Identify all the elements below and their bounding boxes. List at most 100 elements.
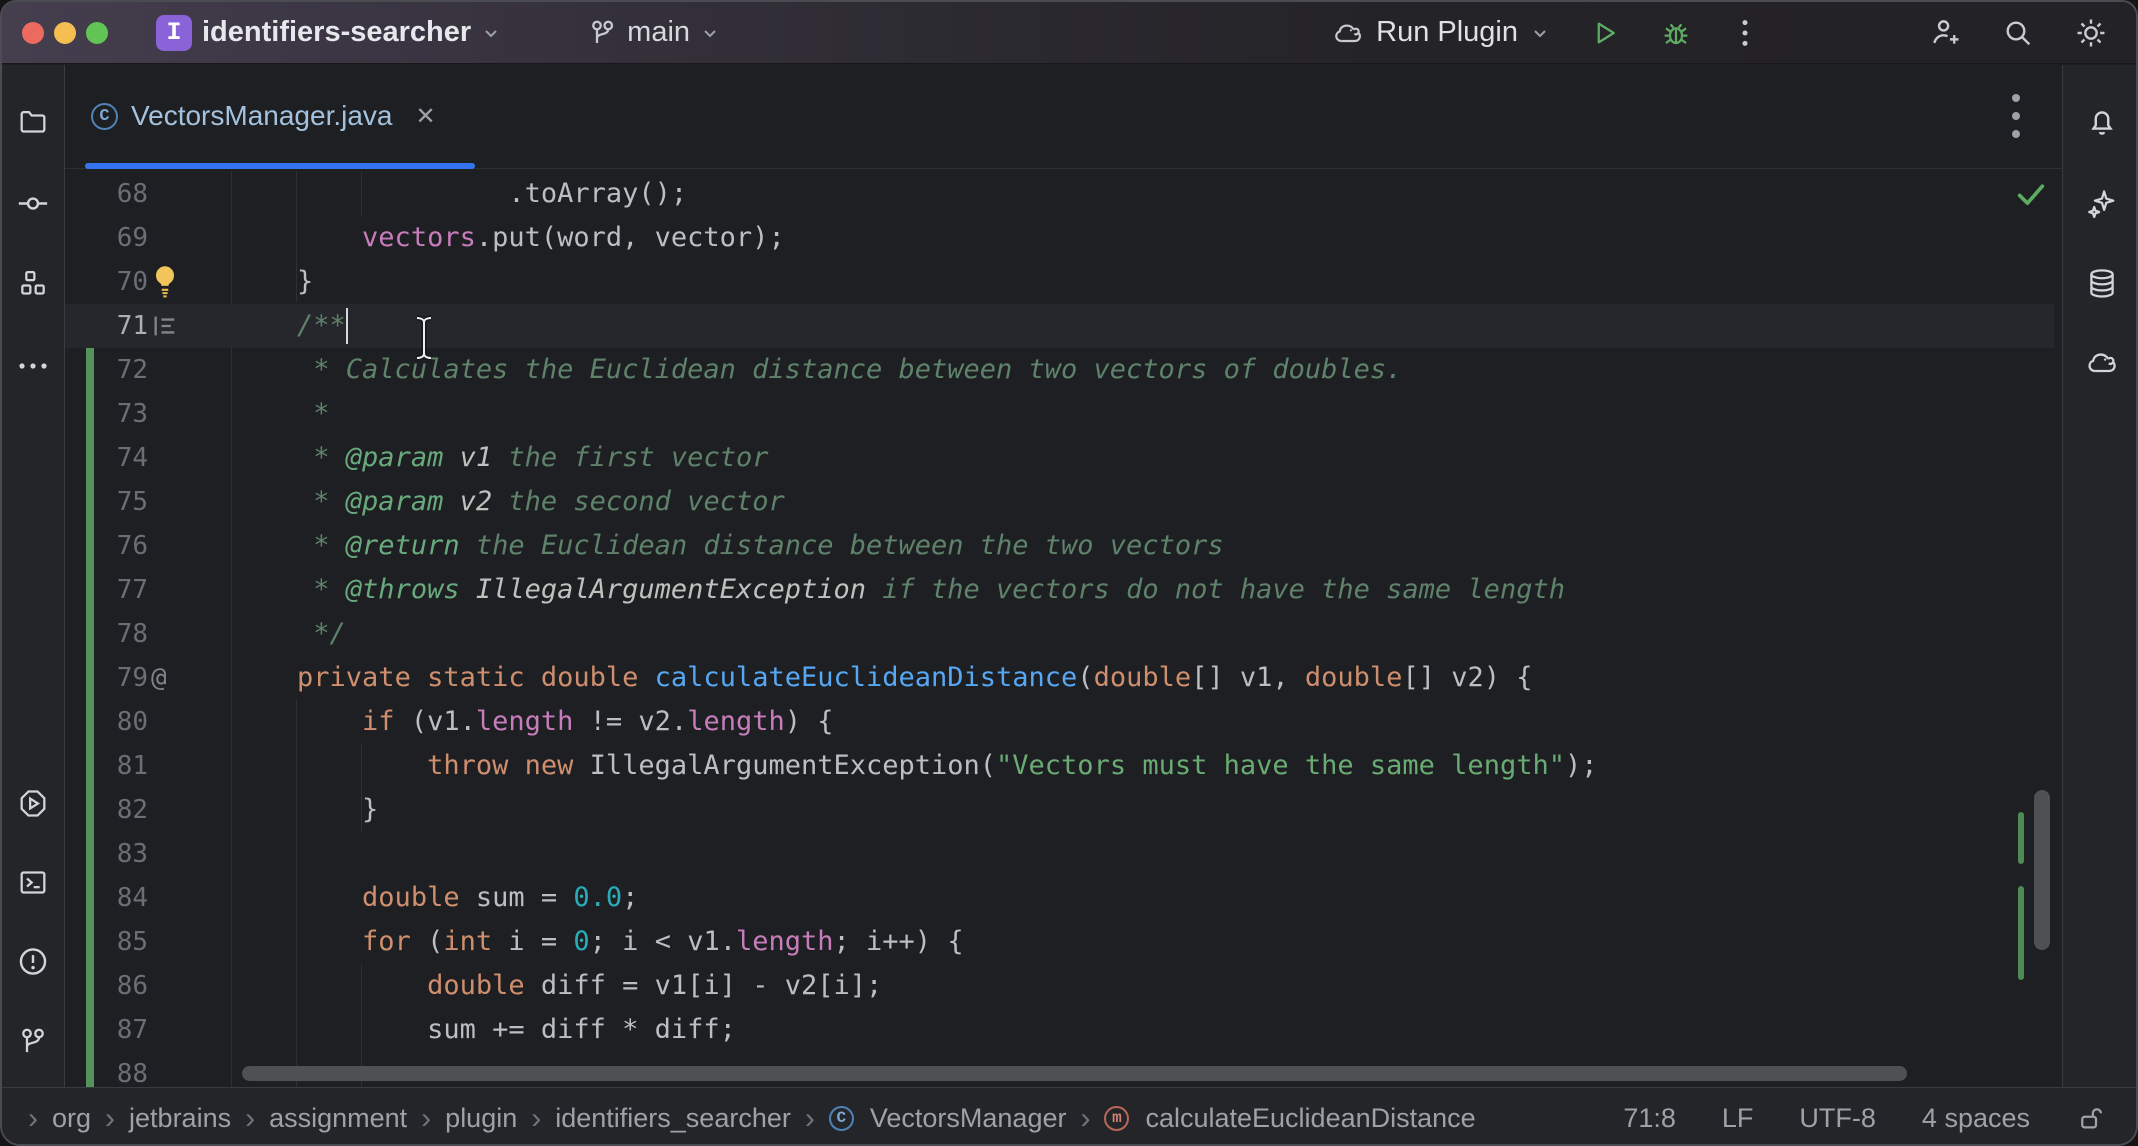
line-number[interactable]: 69 [65,216,148,260]
line-number[interactable]: 74 [65,436,148,480]
close-tab-icon[interactable]: ✕ [416,102,436,131]
window-controls [22,22,108,44]
code-area[interactable]: 68 .toArray(); 69 vectors.put(word, vecto… [65,169,2062,1087]
tab-file-name: VectorsManager.java [131,100,393,132]
unlocked-padlock-icon[interactable] [2076,1103,2106,1133]
project-widget[interactable]: I identifiers-searcher [156,15,501,51]
code-line[interactable]: double sum = 0.0; [232,876,638,920]
run-configuration-selector[interactable]: Run Plugin [1332,16,1550,49]
line-number[interactable]: 85 [65,920,148,964]
commit-toolwindow-button[interactable] [16,187,50,226]
minimize-window-button[interactable] [54,22,76,44]
tab-vectorsmanager[interactable]: C VectorsManager.java ✕ [85,64,442,168]
structure-toolwindow-button[interactable] [17,268,49,305]
zoom-window-button[interactable] [86,22,108,44]
code-line[interactable]: * @return the Euclidean distance between… [232,524,1224,568]
doc-lines-icon[interactable] [151,304,213,348]
java-class-icon: C [91,103,118,130]
code-line[interactable]: * @param v2 the second vector [232,480,785,524]
ai-assistant-button[interactable] [2085,187,2119,226]
breadcrumb-item[interactable]: org [52,1103,91,1134]
line-number[interactable]: 78 [65,612,148,656]
lightbulb-icon[interactable] [151,260,213,304]
breadcrumb-separator-icon: › [105,1105,115,1132]
annotation-at-icon[interactable]: @ [151,656,213,700]
code-line[interactable]: /** [232,304,346,348]
services-toolwindow-button[interactable] [16,787,50,826]
code-line[interactable]: } [232,260,313,304]
code-line[interactable]: sum += diff * diff; [232,1008,736,1052]
line-number[interactable]: 72 [65,348,148,392]
vertical-scrollbar[interactable] [2034,790,2050,950]
gradle-elephant-icon [1332,17,1364,49]
notifications-button[interactable] [2085,105,2119,144]
code-line[interactable]: * Calculates the Euclidean distance betw… [232,348,1402,392]
line-number[interactable]: 83 [65,832,148,876]
code-line[interactable]: */ [232,612,346,656]
line-number[interactable]: 84 [65,876,148,920]
indent-widget[interactable]: 4 spaces [1922,1103,2030,1134]
code-with-me-button[interactable] [1928,16,1962,50]
search-everywhere-button[interactable] [2002,17,2034,49]
breadcrumb-item[interactable]: assignment [269,1103,407,1134]
database-toolwindow-button[interactable] [2085,267,2119,306]
breadcrumb-item[interactable]: jetbrains [129,1103,231,1134]
line-number[interactable]: 68 [65,172,148,216]
line-number[interactable]: 70 [65,260,148,304]
git-branch-icon [587,18,617,48]
line-number[interactable]: 80 [65,700,148,744]
tab-list-more-button[interactable] [2005,90,2027,142]
change-stripe-mark[interactable] [2018,886,2024,980]
code-line[interactable]: * [232,392,330,436]
close-window-button[interactable] [22,22,44,44]
breadcrumb-separator-icon: › [245,1105,255,1132]
line-separator-widget[interactable]: LF [1722,1103,1754,1134]
breadcrumb-item[interactable]: VectorsManager [870,1103,1067,1134]
run-button[interactable] [1590,18,1620,48]
line-number[interactable]: 76 [65,524,148,568]
settings-button[interactable] [2074,16,2108,50]
line-number[interactable]: 79 [65,656,148,700]
code-line[interactable]: vectors.put(word, vector); [232,216,785,260]
line-number[interactable]: 73 [65,392,148,436]
code-line[interactable]: } [232,788,378,832]
debug-button[interactable] [1660,17,1692,49]
line-number[interactable]: 71 [65,304,148,348]
version-control-toolwindow-button[interactable] [17,1026,49,1063]
project-toolwindow-button[interactable] [17,106,49,143]
breadcrumb-separator-icon: › [28,1105,38,1132]
line-number[interactable]: 86 [65,964,148,1008]
more-actions-button[interactable] [1732,18,1758,48]
line-number[interactable]: 88 [65,1052,148,1087]
text-caret [346,308,348,344]
gradle-toolwindow-button[interactable] [2085,346,2119,385]
code-line[interactable]: double diff = v1[i] - v2[i]; [232,964,882,1008]
change-stripe-mark[interactable] [2018,812,2024,864]
vcs-branch-widget[interactable]: main [587,16,720,49]
horizontal-scrollbar[interactable] [242,1066,1907,1081]
code-line[interactable]: private static double calculateEuclidean… [232,656,1533,700]
code-line[interactable]: .toArray(); [232,172,687,216]
inspection-ok-check-icon[interactable] [2012,177,2050,211]
code-line[interactable]: throw new IllegalArgumentException("Vect… [232,744,1598,788]
line-number[interactable]: 87 [65,1008,148,1052]
code-line[interactable]: * @throws IllegalArgumentException if th… [232,568,1565,612]
line-number[interactable]: 75 [65,480,148,524]
line-number[interactable]: 77 [65,568,148,612]
code-line[interactable]: if (v1.length != v2.length) { [232,700,834,744]
code-line[interactable]: for (int i = 0; i < v1.length; i++) { [232,920,964,964]
line-number[interactable]: 81 [65,744,148,788]
line-number[interactable]: 82 [65,788,148,832]
caret-position-widget[interactable]: 71:8 [1623,1103,1676,1134]
editor[interactable]: 68 .toArray(); 69 vectors.put(word, vecto… [65,169,2062,1087]
breadcrumb-item[interactable]: plugin [445,1103,517,1134]
breadcrumb-item[interactable]: calculateEuclideanDistance [1145,1103,1475,1134]
breadcrumb-item[interactable]: identifiers_searcher [555,1103,791,1134]
status-bar: ›org›jetbrains›assignment›plugin›identif… [2,1087,2138,1146]
java-class-icon: C [829,1106,854,1131]
encoding-widget[interactable]: UTF-8 [1799,1103,1876,1134]
problems-toolwindow-button[interactable] [16,945,50,984]
more-toolwindows-button[interactable] [17,359,49,377]
terminal-toolwindow-button[interactable] [17,867,49,904]
code-line[interactable]: * @param v1 the first vector [232,436,768,480]
